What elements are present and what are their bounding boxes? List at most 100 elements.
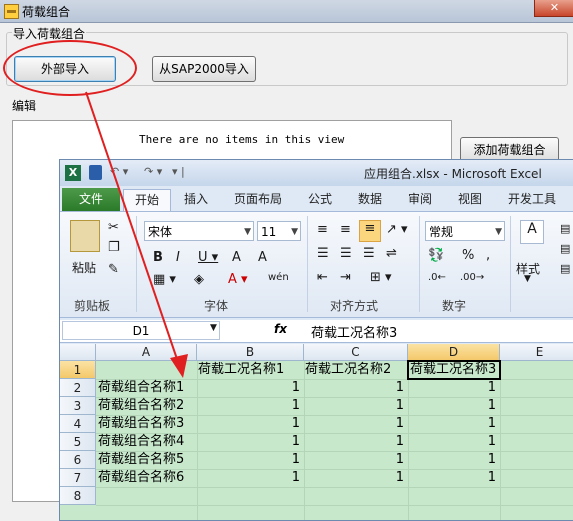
tab-page-layout[interactable]: 页面布局 xyxy=(226,189,290,210)
paste-icon[interactable] xyxy=(70,220,100,252)
font-size-combo[interactable]: 11 ▼ xyxy=(257,221,301,241)
tab-insert[interactable]: 插入 xyxy=(176,189,216,210)
column-header[interactable]: A xyxy=(96,344,197,361)
row-header[interactable]: 5 xyxy=(60,433,96,451)
insert-cells-icon[interactable]: ▤ xyxy=(560,222,570,235)
borders-icon[interactable]: ▦ ▾ xyxy=(153,272,176,287)
delete-cells-icon[interactable]: ▤ xyxy=(560,242,570,255)
cell-C1[interactable]: 荷载工况名称2 xyxy=(305,361,391,379)
align-center-icon[interactable]: ☰ xyxy=(340,246,352,261)
cell-B4[interactable]: 1 xyxy=(197,415,300,433)
increase-decimal-icon[interactable]: .0← xyxy=(428,272,446,283)
cell-D6[interactable]: 1 xyxy=(408,451,496,469)
cell-B3[interactable]: 1 xyxy=(197,397,300,415)
font-grow-icon[interactable]: A xyxy=(232,250,241,265)
close-button[interactable]: ✕ xyxy=(534,0,573,17)
merge-cells-icon[interactable]: ⊞ ▾ xyxy=(370,270,392,285)
row-header[interactable]: 6 xyxy=(60,451,96,469)
align-bottom-icon[interactable]: ≡ xyxy=(359,220,381,242)
row-header[interactable]: 2 xyxy=(60,379,96,397)
row-header[interactable]: 1 xyxy=(60,361,96,379)
cell-D7[interactable]: 1 xyxy=(408,469,496,487)
cell-D2[interactable]: 1 xyxy=(408,379,496,397)
column-header[interactable]: B xyxy=(197,344,304,361)
cell-A6[interactable]: 荷载组合名称5 xyxy=(98,451,184,469)
cell-B7[interactable]: 1 xyxy=(197,469,300,487)
selected-cell-outline xyxy=(407,360,501,380)
align-left-icon[interactable]: ☰ xyxy=(317,246,329,261)
cell-A3[interactable]: 荷载组合名称2 xyxy=(98,397,184,415)
cell-C5[interactable]: 1 xyxy=(304,433,404,451)
tab-home[interactable]: 开始 xyxy=(123,189,171,211)
decrease-indent-icon[interactable]: ⇤ xyxy=(317,270,328,285)
cell-B1[interactable]: 荷载工况名称1 xyxy=(198,361,284,379)
align-right-icon[interactable]: ☰ xyxy=(363,246,375,261)
tab-file[interactable]: 文件 xyxy=(62,188,120,211)
orientation-icon[interactable]: ↗ ▾ xyxy=(386,222,408,237)
format-cells-icon[interactable]: ▤ xyxy=(560,262,570,275)
cell-C7[interactable]: 1 xyxy=(304,469,404,487)
increase-indent-icon[interactable]: ⇥ xyxy=(340,270,351,285)
italic-icon[interactable]: I xyxy=(176,250,180,265)
select-all-corner[interactable] xyxy=(60,344,96,361)
cell-B5[interactable]: 1 xyxy=(197,433,300,451)
column-header[interactable]: E xyxy=(500,344,573,361)
align-top-icon[interactable]: ≡ xyxy=(317,222,328,237)
fill-color-icon[interactable]: ◈ xyxy=(194,272,204,287)
row-header[interactable]: 8 xyxy=(60,487,96,505)
name-box[interactable]: D1 xyxy=(62,321,220,340)
tab-view[interactable]: 视图 xyxy=(450,189,490,210)
styles-dropdown-icon[interactable]: ▼ xyxy=(524,274,531,284)
cell-A5[interactable]: 荷载组合名称4 xyxy=(98,433,184,451)
wrap-text-icon[interactable]: ⇌ xyxy=(386,246,397,261)
cell-C4[interactable]: 1 xyxy=(304,415,404,433)
row-header[interactable]: 7 xyxy=(60,469,96,487)
column-header[interactable]: D xyxy=(408,344,500,361)
cell-A2[interactable]: 荷载组合名称1 xyxy=(98,379,184,397)
fx-icon[interactable]: fx xyxy=(274,322,287,336)
customize-toolbar-icon[interactable]: ▾ | xyxy=(172,165,185,180)
cell-B6[interactable]: 1 xyxy=(197,451,300,469)
save-icon[interactable] xyxy=(89,165,102,180)
decrease-decimal-icon[interactable]: .00→ xyxy=(460,272,484,283)
row-header[interactable]: 4 xyxy=(60,415,96,433)
number-format-combo[interactable]: 常规 ▼ xyxy=(425,221,505,241)
percent-icon[interactable]: % xyxy=(462,248,474,263)
align-middle-icon[interactable]: ≡ xyxy=(340,222,351,237)
tab-developer[interactable]: 开发工具 xyxy=(500,189,564,210)
name-box-dropdown-icon[interactable]: ▼ xyxy=(210,323,217,333)
phonetic-icon[interactable]: wén xyxy=(268,272,289,283)
formula-input[interactable]: 荷载工况名称3 xyxy=(311,322,397,341)
copy-icon[interactable]: ❐ xyxy=(108,240,120,255)
paste-label[interactable]: 粘贴 xyxy=(72,259,96,276)
underline-icon[interactable]: U ▾ xyxy=(198,250,218,265)
comma-icon[interactable]: , xyxy=(486,248,490,263)
cell-D3[interactable]: 1 xyxy=(408,397,496,415)
cell-C2[interactable]: 1 xyxy=(304,379,404,397)
cut-icon[interactable]: ✂ xyxy=(108,220,119,235)
cell-A7[interactable]: 荷载组合名称6 xyxy=(98,469,184,487)
cell-D5[interactable]: 1 xyxy=(408,433,496,451)
row-header[interactable]: 3 xyxy=(60,397,96,415)
excel-logo-icon[interactable]: X xyxy=(65,165,81,181)
tab-formulas[interactable]: 公式 xyxy=(300,189,340,210)
tab-review[interactable]: 审阅 xyxy=(400,189,440,210)
redo-icon[interactable]: ↷ ▾ xyxy=(144,165,162,180)
cell-C3[interactable]: 1 xyxy=(304,397,404,415)
font-name-combo[interactable]: 宋体 ▼ xyxy=(144,221,254,241)
cell-A4[interactable]: 荷载组合名称3 xyxy=(98,415,184,433)
undo-icon[interactable]: ↶ ▾ xyxy=(110,165,128,180)
font-shrink-icon[interactable]: A xyxy=(258,250,267,265)
cell-D4[interactable]: 1 xyxy=(408,415,496,433)
bold-icon[interactable]: B xyxy=(153,250,163,265)
sap2000-import-button[interactable]: 从SAP2000导入 xyxy=(152,56,256,82)
cell-C6[interactable]: 1 xyxy=(304,451,404,469)
styles-icon[interactable]: A xyxy=(520,220,544,244)
tab-data[interactable]: 数据 xyxy=(350,189,390,210)
column-header[interactable]: C xyxy=(304,344,408,361)
cell-B2[interactable]: 1 xyxy=(197,379,300,397)
font-color-icon[interactable]: A ▾ xyxy=(228,272,248,287)
worksheet-grid[interactable]: A B C D E 1 2 3 4 5 6 7 8 荷载工况名称1 荷载工况名称… xyxy=(60,344,573,520)
currency-icon[interactable]: 💱 xyxy=(428,248,444,263)
format-painter-icon[interactable]: ✎ xyxy=(108,262,119,277)
